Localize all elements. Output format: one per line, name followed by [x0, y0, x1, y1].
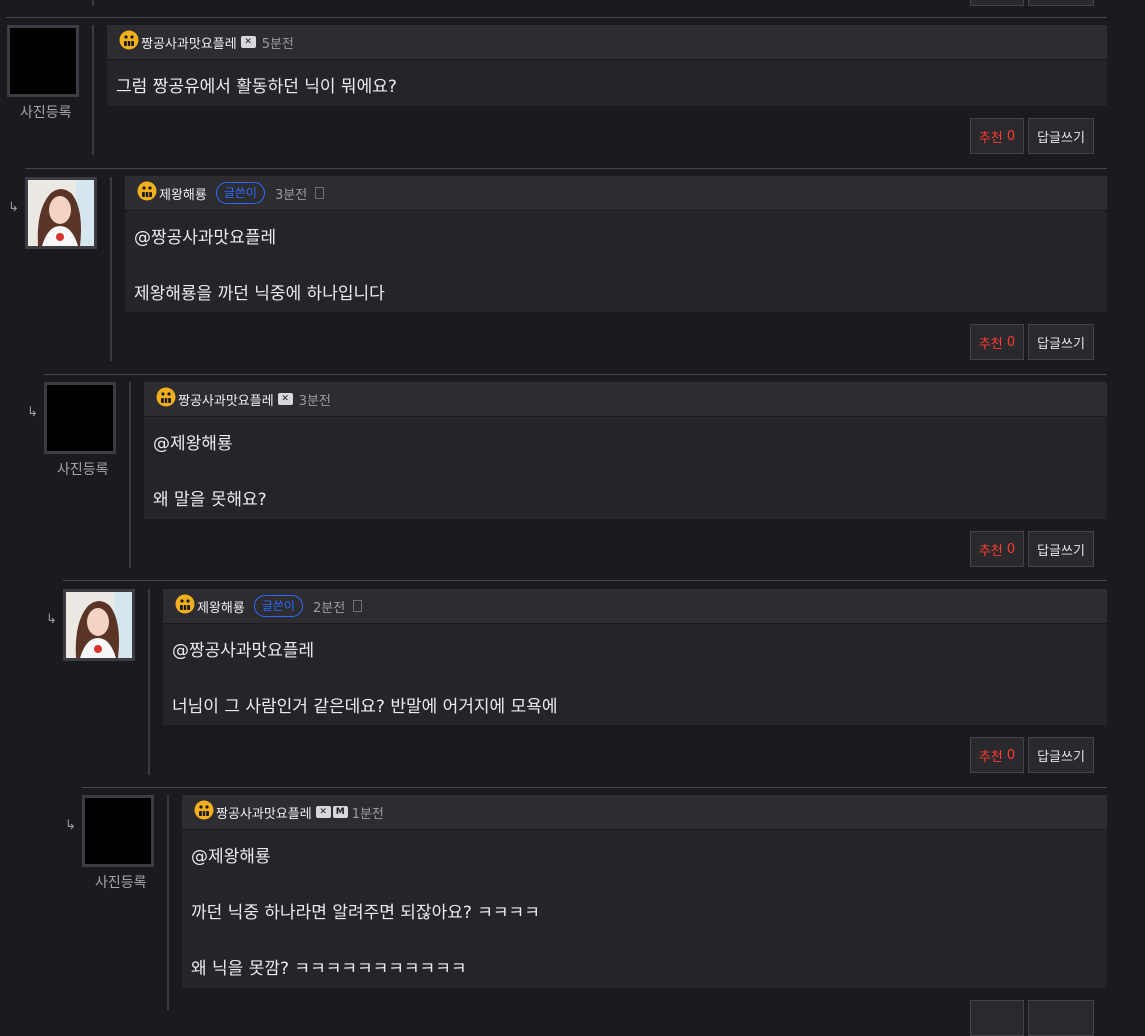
- comment-body: @짱공사과맛요플레 너님이 그 사람인거 같은데요? 반말에 어거지에 모욕에: [163, 624, 1107, 725]
- reply-arrow-icon: ↳: [27, 405, 38, 420]
- recommend-button[interactable]: 추천 0: [970, 531, 1024, 567]
- author-badge: 글쓴이: [253, 595, 303, 617]
- comment-text-line: @짱공사과맛요플레: [134, 228, 277, 248]
- level-face-icon: [137, 180, 157, 206]
- recommend-button[interactable]: [970, 0, 1024, 6]
- reply-button[interactable]: 답글쓰기: [1028, 118, 1094, 154]
- photo-register-label[interactable]: 사진등록: [20, 102, 72, 122]
- comment-text-line: 왜 말을 못해요?: [153, 490, 267, 510]
- comment-nickname[interactable]: 제왕해룡: [159, 184, 207, 203]
- comment-header: 제왕해룡 글쓴이 3분전: [125, 176, 1107, 210]
- thread-line: [148, 589, 150, 775]
- reply-button[interactable]: 답글쓰기: [1028, 324, 1094, 360]
- m-badge-icon: M: [332, 806, 348, 818]
- comment-text-line: @제왕해룡: [191, 847, 271, 867]
- comment-text-line: 너님이 그 사람인거 같은데요? 반말에 어거지에 모욕에: [172, 697, 558, 717]
- thread-line: [110, 177, 112, 361]
- comment-body: 그럼 짱공유에서 활동하던 닉이 뭐에요?: [107, 60, 1107, 106]
- comment-body: @제왕해룡 왜 말을 못해요?: [144, 417, 1107, 519]
- level-face-icon: [119, 29, 139, 55]
- level-face-icon: [156, 386, 176, 412]
- comment-time: 3분전: [274, 187, 308, 203]
- recommend-button[interactable]: [970, 1000, 1024, 1036]
- comment-nickname[interactable]: 짱공사과맛요플레: [178, 390, 274, 409]
- comment-nickname[interactable]: 짱공사과맛요플레: [216, 803, 312, 822]
- comment-time: 5분전: [261, 36, 294, 52]
- reply-button[interactable]: [1028, 0, 1094, 6]
- x-badge-icon: ✕: [240, 36, 256, 48]
- level-face-icon: [175, 593, 195, 619]
- comment-header: 제왕해룡 글쓴이 2분전: [163, 589, 1107, 623]
- reply-arrow-icon: ↳: [8, 200, 19, 215]
- reply-button[interactable]: [1028, 1000, 1094, 1036]
- thread-line: [129, 382, 131, 568]
- recommend-label: 추천: [978, 543, 1003, 559]
- recommend-label: 추천: [978, 130, 1003, 146]
- avatar-photo[interactable]: [63, 589, 135, 661]
- comment-header: 짱공사과맛요플레 ✕ 3분전: [144, 382, 1107, 416]
- avatar-placeholder[interactable]: [7, 25, 79, 97]
- comment-text-line: 까던 닉중 하나라면 알려주면 되잖아요? ㅋㅋㅋㅋ: [191, 903, 540, 923]
- recommend-count: 0: [1006, 128, 1016, 144]
- separator: [44, 374, 1107, 375]
- comment-text-line: 그럼 짱공유에서 활동하던 닉이 뭐에요?: [116, 77, 397, 97]
- recommend-button[interactable]: 추천 0: [970, 118, 1024, 154]
- comment-header: 짱공사과맛요플레 ✕ M 1분전: [182, 795, 1107, 829]
- reply-button[interactable]: 답글쓰기: [1028, 531, 1094, 567]
- x-badge-icon: ✕: [315, 806, 331, 818]
- comment-body: @짱공사과맛요플레 제왕해룡을 까던 닉중에 하나입니다: [125, 211, 1107, 312]
- doc-icon: [315, 187, 325, 199]
- recommend-count: 0: [1006, 747, 1016, 763]
- comment-time: 2분전: [312, 600, 346, 616]
- comment-text-line: @제왕해룡: [153, 434, 233, 454]
- recommend-button[interactable]: 추천 0: [970, 737, 1024, 773]
- recommend-count: 0: [1006, 334, 1016, 350]
- comment-text-line: 왜 닉을 못깜? ㅋㅋㅋㅋㅋㅋㅋㅋㅋㅋㅋ: [191, 959, 467, 979]
- reply-arrow-icon: ↳: [46, 612, 57, 627]
- avatar-photo[interactable]: [25, 177, 97, 249]
- avatar-placeholder[interactable]: [44, 382, 116, 454]
- doc-icon: [353, 600, 363, 612]
- reply-arrow-icon: ↳: [65, 818, 76, 833]
- comment-time: 1분전: [351, 806, 384, 822]
- thread-line: [167, 795, 169, 1010]
- comment-body: @제왕해룡 까던 닉중 하나라면 알려주면 되잖아요? ㅋㅋㅋㅋ 왜 닉을 못깜…: [182, 830, 1107, 988]
- separator: [25, 168, 1107, 169]
- separator: [6, 17, 1107, 18]
- x-badge-icon: ✕: [277, 393, 293, 405]
- author-badge: 글쓴이: [215, 182, 265, 204]
- photo-register-label[interactable]: 사진등록: [95, 872, 147, 892]
- separator: [82, 787, 1107, 788]
- comment-nickname[interactable]: 제왕해룡: [197, 597, 245, 616]
- recommend-count: 0: [1006, 541, 1016, 557]
- comment-text-line: @짱공사과맛요플레: [172, 641, 315, 661]
- photo-register-label[interactable]: 사진등록: [57, 459, 109, 479]
- recommend-button[interactable]: 추천 0: [970, 324, 1024, 360]
- recommend-label: 추천: [978, 749, 1003, 765]
- recommend-label: 추천: [978, 336, 1003, 352]
- comment-time: 3분전: [298, 393, 331, 409]
- thread-line: [92, 25, 94, 155]
- thread-line: [92, 0, 94, 6]
- separator: [63, 580, 1107, 581]
- comment-text-line: 제왕해룡을 까던 닉중에 하나입니다: [134, 284, 385, 304]
- reply-button[interactable]: 답글쓰기: [1028, 737, 1094, 773]
- level-face-icon: [194, 799, 214, 825]
- comment-nickname[interactable]: 짱공사과맛요플레: [141, 33, 237, 52]
- comment-header: 짱공사과맛요플레 ✕ 5분전: [107, 25, 1107, 59]
- avatar-placeholder[interactable]: [82, 795, 154, 867]
